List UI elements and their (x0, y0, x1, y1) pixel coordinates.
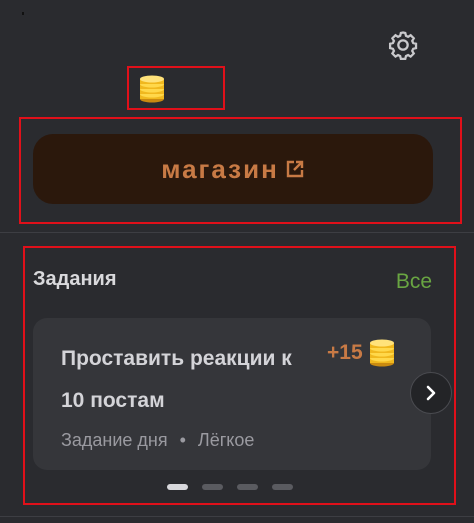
task-difficulty: Лёгкое (197, 430, 255, 450)
task-reward-amount: +15 (327, 341, 363, 364)
corner-mark (22, 12, 24, 15)
task-title: Проставить реакции к 10 постам (61, 347, 292, 412)
task-reward: +15 (327, 338, 395, 368)
coin-stack-icon (140, 75, 164, 103)
shop-button[interactable]: магазин (33, 134, 433, 204)
tasks-title: Задания (33, 268, 117, 290)
shop-label: магазин (161, 153, 279, 184)
divider (0, 516, 474, 517)
pager-dot[interactable] (167, 484, 188, 490)
balance-widget[interactable] (127, 66, 225, 110)
shop-section: магазин (19, 117, 462, 224)
coin-stack-icon (369, 339, 394, 367)
next-task-button[interactable] (410, 372, 452, 414)
meta-separator: • (179, 430, 186, 450)
chevron-right-icon (426, 385, 436, 401)
pager-dot[interactable] (272, 484, 293, 490)
task-card[interactable]: Проставить реакции к 10 постам +15 Задан… (33, 318, 431, 470)
task-meta: Задание дня • Лёгкое (61, 430, 254, 451)
tasks-section: Задания Все Проставить реакции к 10 пост… (23, 246, 456, 505)
carousel-pager (167, 484, 293, 490)
task-type: Задание дня (61, 430, 168, 450)
pager-dot[interactable] (202, 484, 223, 490)
external-link-icon (286, 160, 303, 178)
pager-dot[interactable] (237, 484, 258, 490)
divider (0, 232, 474, 233)
gear-icon[interactable] (386, 28, 420, 62)
tasks-all-link[interactable]: Все (396, 270, 432, 294)
